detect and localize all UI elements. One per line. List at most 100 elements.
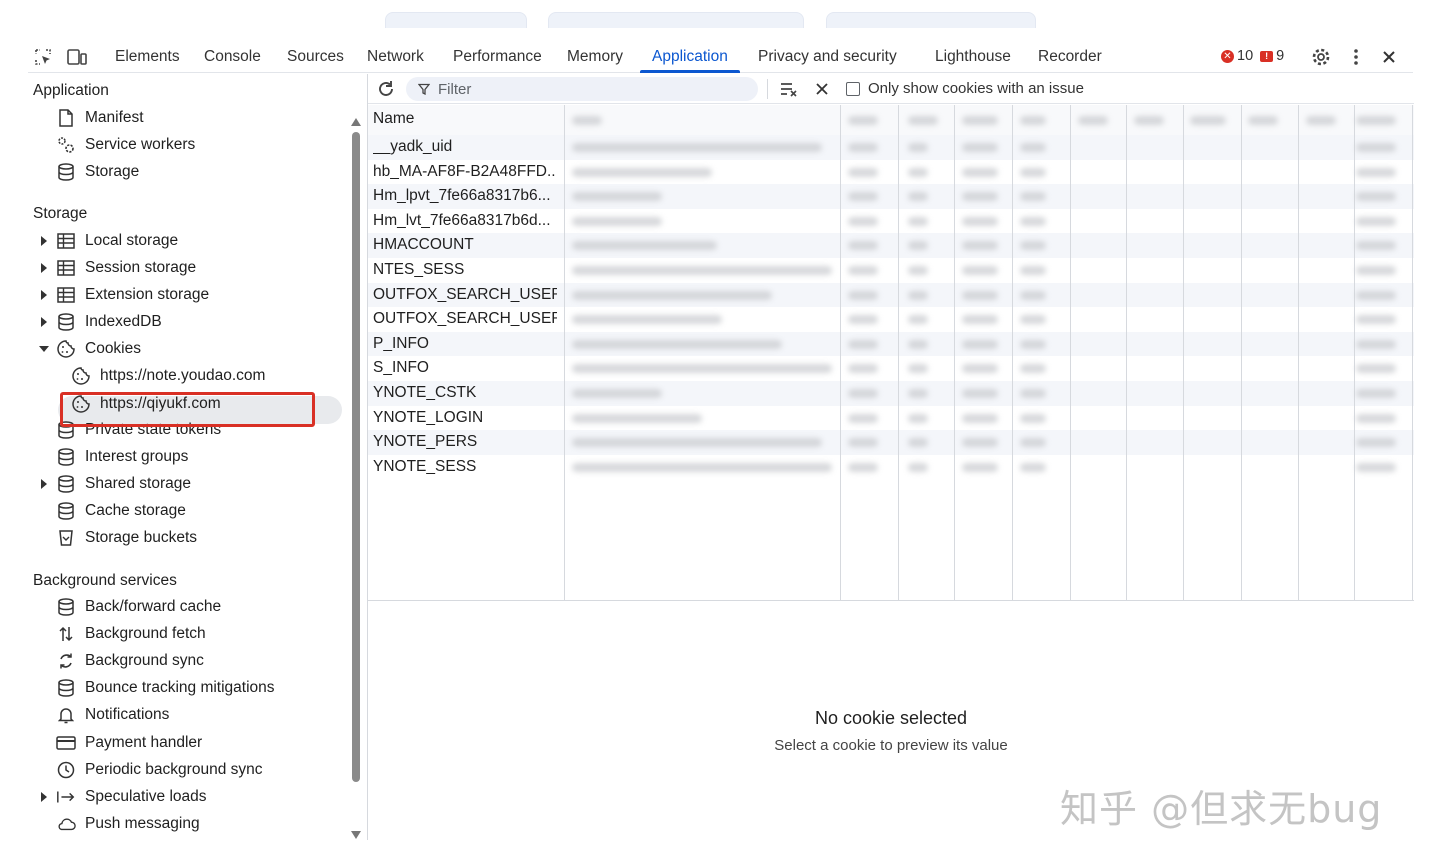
sidebar-item-notifications[interactable]: Notifications	[56, 702, 169, 728]
sidebar-item-interest-groups[interactable]: Interest groups	[56, 444, 188, 470]
cookie-name-cell[interactable]: P_INFO	[373, 332, 557, 357]
sidebar-item-label: Storage	[85, 163, 140, 180]
checkbox-box[interactable]	[846, 81, 860, 96]
cookie-name-cell[interactable]: hb_MA-AF8F-B2A48FFD...	[373, 160, 557, 185]
expand-arrow-closed-icon[interactable]	[39, 791, 49, 802]
expand-arrow-closed-icon[interactable]	[39, 317, 49, 327]
refresh-icon[interactable]	[375, 78, 397, 100]
table-icon	[56, 285, 76, 305]
tab-lighthouse[interactable]: Lighthouse	[935, 40, 1011, 73]
tab-console[interactable]: Console	[204, 40, 261, 73]
tab-elements[interactable]: Elements	[115, 40, 180, 73]
cookie-name-cell[interactable]: HMACCOUNT	[373, 233, 557, 258]
only-issue-checkbox[interactable]: Only show cookies with an issue	[846, 80, 1084, 97]
background-fetch-icon	[56, 624, 76, 644]
tab-memory[interactable]: Memory	[567, 40, 623, 73]
blurred-value-cell	[848, 462, 878, 472]
cookie-name-cell[interactable]: OUTFOX_SEARCH_USER...	[373, 307, 557, 332]
sidebar-item-background-sync[interactable]: Background sync	[56, 648, 204, 674]
tab-recorder[interactable]: Recorder	[1038, 40, 1102, 73]
cookie-name-cell[interactable]: YNOTE_SESS	[373, 455, 557, 480]
scroll-up-arrow-icon[interactable]	[351, 118, 361, 126]
cookie-icon	[71, 366, 91, 386]
blurred-value-cell	[1356, 438, 1396, 448]
tab-application[interactable]: Application	[640, 40, 740, 73]
expand-arrow-open-icon[interactable]	[39, 344, 49, 354]
sidebar-item-bounce-tracking-mitigations[interactable]: Bounce tracking mitigations	[56, 675, 275, 701]
cookie-name-cell[interactable]: YNOTE_PERS	[373, 430, 557, 455]
tab-sources[interactable]: Sources	[287, 40, 344, 73]
blurred-value-cell	[908, 167, 928, 177]
expand-arrow-closed-icon[interactable]	[39, 479, 49, 489]
table-icon	[56, 258, 76, 278]
sidebar-item-extension-storage[interactable]: Extension storage	[41, 282, 209, 308]
sidebar-item-back-forward-cache[interactable]: Back/forward cache	[56, 594, 221, 620]
blurred-value-cell	[848, 339, 878, 349]
cookie-name-cell[interactable]: NTES_SESS	[373, 258, 557, 283]
sidebar-item-session-storage[interactable]: Session storage	[41, 255, 197, 281]
sidebar-item-cache-storage[interactable]: Cache storage	[56, 498, 186, 524]
blurred-value-cell	[572, 364, 832, 374]
cookie-name-cell[interactable]: __yadk_uid	[373, 135, 557, 160]
cookie-name-cell[interactable]: OUTFOX_SEARCH_USER...	[373, 283, 557, 308]
settings-gear-icon[interactable]	[1310, 46, 1332, 68]
blurred-value-cell	[908, 339, 928, 349]
tab-performance[interactable]: Performance	[453, 40, 542, 73]
sidebar-item-periodic-background-sync[interactable]: Periodic background sync	[56, 757, 263, 783]
clear-all-cookies-icon[interactable]	[778, 78, 800, 100]
cookie-name-cell[interactable]: Hm_lpvt_7fe66a8317b6...	[373, 184, 557, 209]
sidebar-item-label: https://note.youdao.com	[100, 367, 266, 384]
blurred-value-cell	[908, 143, 928, 152]
sidebar-item-payment-handler[interactable]: Payment handler	[56, 730, 202, 756]
blurred-header-cell	[908, 116, 938, 125]
sidebar-item-note-youdao-com[interactable]: https://note.youdao.com	[71, 363, 265, 389]
sidebar-item-local-storage[interactable]: Local storage	[41, 228, 179, 254]
sidebar-item-label: Background fetch	[85, 625, 206, 643]
blurred-value-cell	[908, 389, 928, 398]
database-icon	[56, 501, 76, 521]
tab-network[interactable]: Network	[367, 40, 424, 73]
cookie-name-cell[interactable]: YNOTE_CSTK	[373, 381, 557, 406]
sidebar-item-indexeddb[interactable]: IndexedDB	[41, 309, 162, 335]
divider	[767, 79, 768, 99]
cookie-name-cell[interactable]: YNOTE_LOGIN	[373, 406, 557, 431]
expand-arrow-closed-icon[interactable]	[39, 263, 49, 273]
sidebar-item-storage-buckets[interactable]: Storage buckets	[56, 525, 197, 551]
blurred-value-cell	[1356, 241, 1396, 251]
sidebar-item-shared-storage[interactable]: Shared storage	[41, 471, 191, 497]
cookie-name-cell[interactable]: Hm_lvt_7fe66a8317b6d...	[373, 209, 557, 234]
cookie-name-cell[interactable]: S_INFO	[373, 356, 557, 381]
blurred-value-cell	[962, 413, 998, 423]
sidebar-item-label: Local storage	[85, 232, 179, 249]
blurred-value-cell	[572, 266, 832, 275]
column-divider	[1070, 105, 1071, 601]
sidebar-item-storage[interactable]: Storage	[56, 159, 139, 185]
blurred-header-cell	[572, 116, 602, 125]
column-header-name[interactable]: Name	[373, 110, 414, 128]
error-count-badge[interactable]: ✕ 10 ! 9	[1221, 48, 1284, 64]
sidebar-item-service-workers[interactable]: Service workers	[56, 132, 195, 158]
blurred-value-cell	[572, 290, 772, 300]
sidebar-item-push-messaging[interactable]: Push messaging	[56, 811, 200, 837]
more-options-icon[interactable]	[1345, 46, 1367, 68]
tab-privacy-and-security[interactable]: Privacy and security	[758, 40, 897, 73]
sidebar-item-speculative-loads[interactable]: Speculative loads	[41, 784, 207, 810]
delete-selected-cookie-icon[interactable]	[811, 78, 833, 100]
filter-input[interactable]: Filter	[406, 77, 758, 101]
expand-arrow-closed-icon[interactable]	[39, 236, 49, 246]
column-divider[interactable]	[564, 105, 565, 601]
sidebar-scrollbar-thumb[interactable]	[352, 132, 360, 782]
sidebar-item-label: Session storage	[85, 259, 197, 276]
sidebar-item-cookies[interactable]: Cookies	[39, 336, 141, 362]
close-devtools-icon[interactable]	[1378, 46, 1400, 68]
blurred-value-cell	[1020, 167, 1046, 177]
scroll-down-arrow-icon[interactable]	[351, 831, 361, 839]
sidebar-item-background-fetch[interactable]: Background fetch	[56, 621, 206, 647]
device-toolbar-icon[interactable]	[66, 46, 88, 68]
blurred-value-cell	[1020, 216, 1046, 226]
blurred-value-cell	[908, 364, 928, 374]
blurred-value-cell	[962, 315, 998, 325]
sidebar-item-manifest[interactable]: Manifest	[56, 105, 144, 131]
expand-arrow-closed-icon[interactable]	[39, 290, 49, 300]
inspect-element-icon[interactable]	[32, 46, 54, 68]
